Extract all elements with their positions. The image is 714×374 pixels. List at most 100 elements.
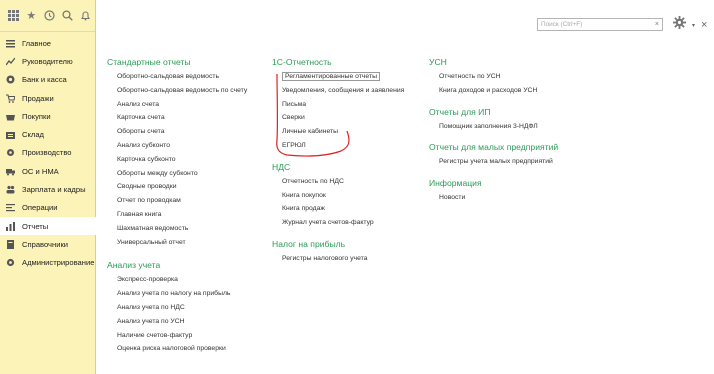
section-title[interactable]: Стандартные отчеты [107,54,247,70]
report-list: Регистры учета малых предприятий [429,155,558,169]
sidebar-item[interactable]: Производство [0,144,95,162]
report-link[interactable]: Анализ учета по НДС [117,301,247,315]
sidebar-item[interactable]: Зарплата и кадры [0,180,95,198]
report-link-label: Оценка риска налоговой проверки [117,345,226,353]
report-link[interactable]: Шахматная ведомость [117,222,247,236]
report-link[interactable]: Сводные проводки [117,180,247,194]
gear-icon [6,148,15,157]
report-link-label: Личные кабинеты [282,128,339,136]
report-list: Регистры налогового учета [272,252,404,266]
report-link-label: Универсальный отчет [117,238,186,246]
report-link[interactable]: Универсальный отчет [117,236,247,250]
report-link-label: Сверки [282,114,305,122]
report-link[interactable]: Новости [439,191,558,205]
report-link-label: Карточка субконто [117,155,176,163]
report-link-label: Регламентированные отчеты [282,72,380,81]
report-link[interactable]: Регистры учета малых предприятий [439,155,558,169]
sidebar-item[interactable]: Склад [0,125,95,143]
report-link-label: Журнал учета счетов-фактур [282,219,374,227]
report-link[interactable]: Наличие счетов-фактур [117,329,247,343]
search-placeholder: Поиск (Ctrl+F) [541,21,583,28]
section-title[interactable]: Анализ учета [107,257,247,273]
section-title[interactable]: Отчеты для малых предприятий [429,139,558,155]
history-icon[interactable] [40,6,58,26]
reports-column-3: УСН Отчетность по УСН Книга доходов и расх… [429,54,558,211]
section-title[interactable]: НДС [272,159,404,175]
report-link[interactable]: Журнал учета счетов-фактур [282,216,404,230]
sidebar-item[interactable]: Банк и касса [0,71,95,89]
section-title[interactable]: Налог на прибыль [272,236,404,252]
star-icon[interactable]: ★ [22,6,40,26]
section-title[interactable]: 1С-Отчетность [272,54,404,70]
report-link[interactable]: Оценка риска налоговой проверки [117,342,247,356]
report-link-label: Сводные проводки [117,183,177,191]
report-link-label: Анализ субконто [117,141,171,149]
sidebar-item-label: Администрирование [22,258,95,268]
section-title[interactable]: УСН [429,54,558,70]
section-title[interactable]: Отчеты для ИП [429,104,558,120]
sidebar-item[interactable]: Справочники [0,235,95,253]
report-link[interactable]: Помощник заполнения 3-НДФЛ [439,120,558,134]
report-link[interactable]: Личные кабинеты [282,125,404,139]
settings-dropdown-icon[interactable]: ▾ [692,22,695,29]
sidebar-item[interactable]: Продажи [0,89,95,107]
report-link[interactable]: Регистры налогового учета [282,252,404,266]
report-link-label: Отчет по проводкам [117,197,181,205]
sidebar-item-label: Зарплата и кадры [22,185,86,195]
report-link-label: ЕГРЮЛ [282,141,306,149]
sidebar-item[interactable]: Покупки [0,107,95,125]
report-link[interactable]: ЕГРЮЛ [282,139,404,153]
section-title[interactable]: Информация [429,175,558,191]
report-link-label: Отчетность по НДС [282,177,344,185]
report-link-label: Анализ учета по налогу на прибыль [117,290,231,298]
report-link[interactable]: Оборотно-сальдовая ведомость по счету [117,84,247,98]
sidebar-item[interactable]: Руководителю [0,52,95,70]
report-link[interactable]: Отчетность по УСН [439,70,558,84]
report-link[interactable]: Обороты счета [117,125,247,139]
settings-gear-icon[interactable] [673,16,686,34]
report-list: Экспресс-проверка Анализ учета по налогу … [107,273,247,356]
report-link[interactable]: Главная книга [117,208,247,222]
report-link[interactable]: Книга покупок [282,189,404,203]
apps-grid-icon[interactable] [4,6,22,26]
sidebar-toolbar: ★ [0,0,95,32]
report-link[interactable]: Анализ учета по налогу на прибыль [117,287,247,301]
report-link[interactable]: Регламентированные отчеты [282,70,404,84]
report-link[interactable]: Карточка счета [117,111,247,125]
report-link[interactable]: Анализ счета [117,98,247,112]
sidebar-item-label: Справочники [22,239,69,249]
people-icon [6,185,15,194]
report-link[interactable]: Письма [282,98,404,112]
report-link-label: Анализ учета по НДС [117,303,185,311]
report-link-label: Регистры налогового учета [282,254,368,262]
sidebar-item[interactable]: Главное [0,34,95,52]
book-icon [6,239,15,249]
report-link[interactable]: Отчетность по НДС [282,175,404,189]
bell-icon[interactable] [77,6,95,26]
sidebar-item[interactable]: Отчеты [0,216,96,236]
sidebar-nav: Главное Руководителю Банк и касса Продажи По… [0,32,96,272]
report-link[interactable]: Обороты между субконто [117,167,247,181]
report-link[interactable]: Отчет по проводкам [117,194,247,208]
report-link-label: Обороты счета [117,128,165,136]
report-link-label: Главная книга [117,210,162,218]
report-link[interactable]: Анализ учета по УСН [117,315,247,329]
report-link[interactable]: Уведомления, сообщения и заявления [282,84,404,98]
report-link[interactable]: Книга доходов и расходов УСН [439,84,558,98]
sidebar-item[interactable]: Администрирование [0,254,95,272]
operations-icon [6,203,15,212]
report-link[interactable]: Сверки [282,111,404,125]
report-link[interactable]: Экспресс-проверка [117,273,247,287]
close-icon[interactable]: × [701,19,707,31]
report-link[interactable]: Карточка субконто [117,153,247,167]
report-link[interactable]: Книга продаж [282,202,404,216]
search-input[interactable]: Поиск (Ctrl+F) × [537,18,663,31]
report-link-label: Уведомления, сообщения и заявления [282,86,405,94]
sidebar-item[interactable]: Операции [0,199,95,217]
report-link[interactable]: Оборотно-сальдовая ведомость [117,70,247,84]
sidebar-item[interactable]: ОС и НМА [0,162,95,180]
search-clear-icon[interactable]: × [655,19,659,30]
report-link[interactable]: Анализ субконто [117,139,247,153]
sidebar-item-label: Главное [22,38,52,48]
search-icon[interactable] [59,6,77,26]
